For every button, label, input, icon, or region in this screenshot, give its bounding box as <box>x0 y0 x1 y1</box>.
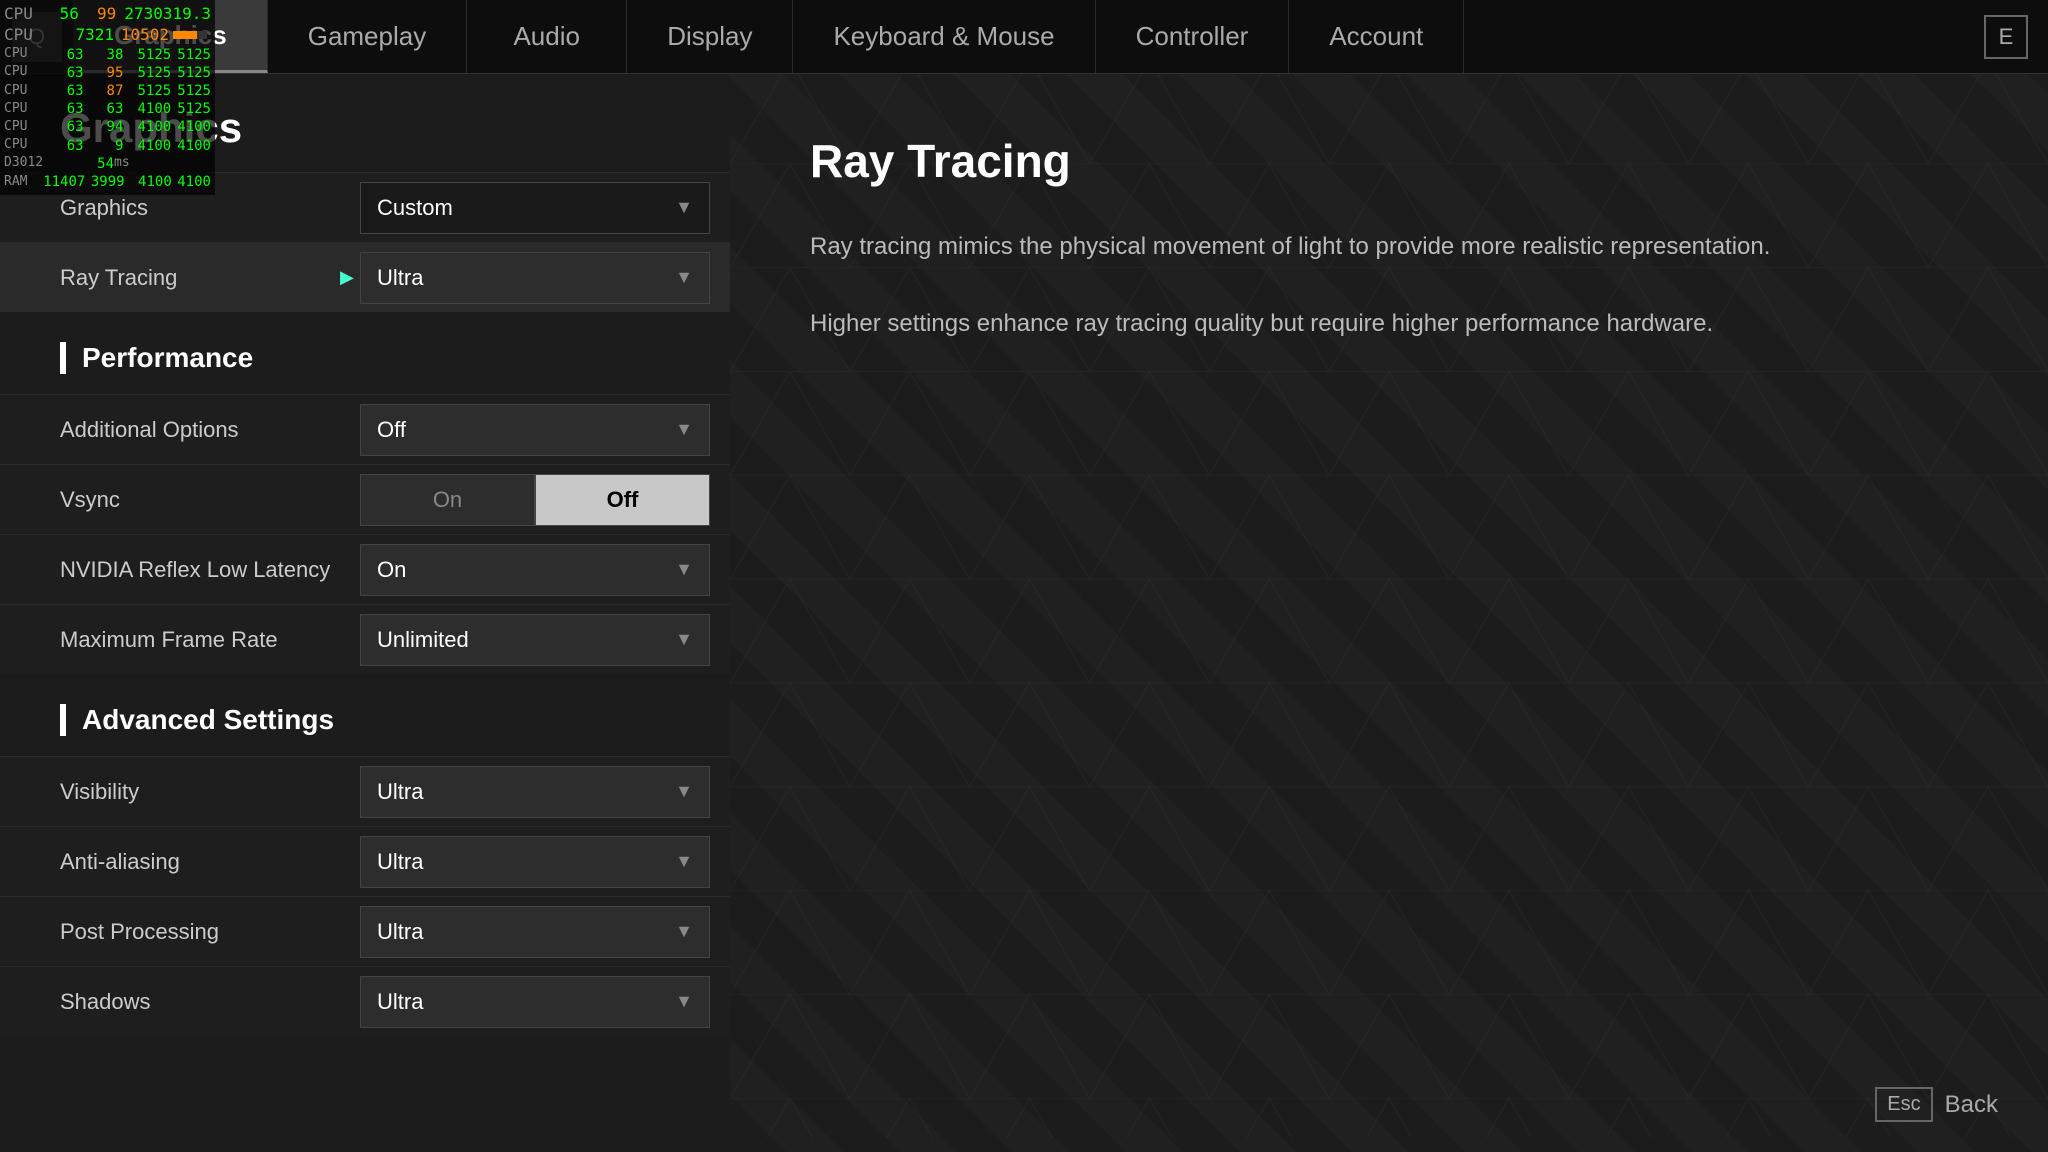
performance-section-header: Performance <box>0 312 730 394</box>
nvidia-reflex-value: On <box>377 557 406 583</box>
additional-options-control: Off ▼ <box>360 404 710 456</box>
tab-controller-label: Controller <box>1136 21 1249 52</box>
visibility-label: Visibility <box>60 779 360 805</box>
antialiasing-arrow: ▼ <box>675 851 693 872</box>
ray-tracing-row: Ray Tracing Ultra ▼ ▶ <box>0 242 730 312</box>
graphics-dropdown[interactable]: Custom ▼ <box>360 182 710 234</box>
back-button-area[interactable]: Esc Back <box>1875 1087 1998 1122</box>
vsync-off-button[interactable]: Off <box>535 474 710 526</box>
section-bar <box>60 342 66 374</box>
tab-display-label: Display <box>667 21 752 52</box>
advanced-section-bar <box>60 704 66 736</box>
top-navigation: Q Graphics Gameplay Audio Display Keyboa… <box>0 0 2048 74</box>
esc-key: Esc <box>1875 1087 1932 1122</box>
max-frame-rate-value: Unlimited <box>377 627 469 653</box>
tab-controller[interactable]: Controller <box>1096 0 1290 73</box>
vsync-label: Vsync <box>60 487 360 513</box>
shadows-label: Shadows <box>60 989 360 1015</box>
max-frame-rate-dropdown[interactable]: Unlimited ▼ <box>360 614 710 666</box>
graphics-dropdown-arrow: ▼ <box>675 197 693 218</box>
tab-keyboard[interactable]: Keyboard & Mouse <box>793 0 1095 73</box>
shadows-control: Ultra ▼ <box>360 976 710 1028</box>
ray-tracing-control: Ultra ▼ ▶ <box>360 252 710 304</box>
visibility-dropdown[interactable]: Ultra ▼ <box>360 766 710 818</box>
additional-options-dropdown[interactable]: Off ▼ <box>360 404 710 456</box>
settings-panel: Graphics Graphics Custom ▼ Ray Tracing U… <box>0 74 730 1152</box>
info-panel: Ray Tracing Ray tracing mimics the physi… <box>730 74 2048 1152</box>
visibility-arrow: ▼ <box>675 781 693 802</box>
additional-options-value: Off <box>377 417 406 443</box>
vsync-control: On Off <box>360 474 710 526</box>
vsync-row: Vsync On Off <box>0 464 730 534</box>
ray-tracing-value: Ultra <box>377 265 423 291</box>
back-label: Back <box>1945 1091 1998 1119</box>
visibility-row: Visibility Ultra ▼ <box>0 756 730 826</box>
ray-tracing-label: Ray Tracing <box>60 265 360 291</box>
tab-display[interactable]: Display <box>627 0 793 73</box>
max-frame-rate-row: Maximum Frame Rate Unlimited ▼ <box>0 604 730 674</box>
vsync-toggle-group: On Off <box>360 474 710 526</box>
nvidia-reflex-arrow: ▼ <box>675 559 693 580</box>
info-paragraph-1: Ray tracing mimics the physical movement… <box>810 233 1770 260</box>
additional-options-arrow: ▼ <box>675 419 693 440</box>
max-frame-rate-control: Unlimited ▼ <box>360 614 710 666</box>
visibility-control: Ultra ▼ <box>360 766 710 818</box>
nvidia-reflex-row: NVIDIA Reflex Low Latency On ▼ <box>0 534 730 604</box>
shadows-row: Shadows Ultra ▼ <box>0 966 730 1036</box>
post-processing-label: Post Processing <box>60 919 360 945</box>
info-paragraph-2: Higher settings enhance ray tracing qual… <box>810 310 1713 337</box>
visibility-value: Ultra <box>377 779 423 805</box>
graphics-setting-label: Graphics <box>60 195 360 221</box>
nvidia-reflex-dropdown[interactable]: On ▼ <box>360 544 710 596</box>
performance-label: Performance <box>82 342 253 374</box>
shadows-dropdown[interactable]: Ultra ▼ <box>360 976 710 1028</box>
post-processing-row: Post Processing Ultra ▼ <box>0 896 730 966</box>
graphics-dropdown-value: Custom <box>377 195 453 221</box>
post-processing-arrow: ▼ <box>675 921 693 942</box>
info-title: Ray Tracing <box>810 134 1968 188</box>
max-frame-rate-arrow: ▼ <box>675 629 693 650</box>
tab-account[interactable]: Account <box>1289 0 1464 73</box>
ray-tracing-dropdown[interactable]: Ultra ▼ <box>360 252 710 304</box>
shadows-value: Ultra <box>377 989 423 1015</box>
antialiasing-label: Anti-aliasing <box>60 849 360 875</box>
advanced-label: Advanced Settings <box>82 704 334 736</box>
e-key: E <box>1984 15 2028 59</box>
advanced-section-header: Advanced Settings <box>0 674 730 756</box>
antialiasing-value: Ultra <box>377 849 423 875</box>
vsync-on-button[interactable]: On <box>360 474 535 526</box>
post-processing-value: Ultra <box>377 919 423 945</box>
nvidia-reflex-control: On ▼ <box>360 544 710 596</box>
graphics-setting-control: Custom ▼ <box>360 182 710 234</box>
info-text-1: Ray tracing mimics the physical movement… <box>810 228 1968 343</box>
post-processing-dropdown[interactable]: Ultra ▼ <box>360 906 710 958</box>
tab-audio-label: Audio <box>513 21 580 52</box>
tab-gameplay[interactable]: Gameplay <box>268 0 468 73</box>
tab-gameplay-label: Gameplay <box>308 21 427 52</box>
post-processing-control: Ultra ▼ <box>360 906 710 958</box>
tab-keyboard-label: Keyboard & Mouse <box>833 21 1054 52</box>
antialiasing-dropdown[interactable]: Ultra ▼ <box>360 836 710 888</box>
additional-options-label: Additional Options <box>60 417 360 443</box>
nvidia-reflex-label: NVIDIA Reflex Low Latency <box>60 557 360 583</box>
shadows-arrow: ▼ <box>675 991 693 1012</box>
antialiasing-control: Ultra ▼ <box>360 836 710 888</box>
tab-account-label: Account <box>1329 21 1423 52</box>
additional-options-row: Additional Options Off ▼ <box>0 394 730 464</box>
tab-audio[interactable]: Audio <box>467 0 627 73</box>
ray-tracing-arrow: ▼ <box>675 267 693 288</box>
max-frame-rate-label: Maximum Frame Rate <box>60 627 360 653</box>
performance-overlay: CPU 56 99 2730 319.3 CPU 7321 10502 CPU … <box>0 0 215 195</box>
antialiasing-row: Anti-aliasing Ultra ▼ <box>0 826 730 896</box>
